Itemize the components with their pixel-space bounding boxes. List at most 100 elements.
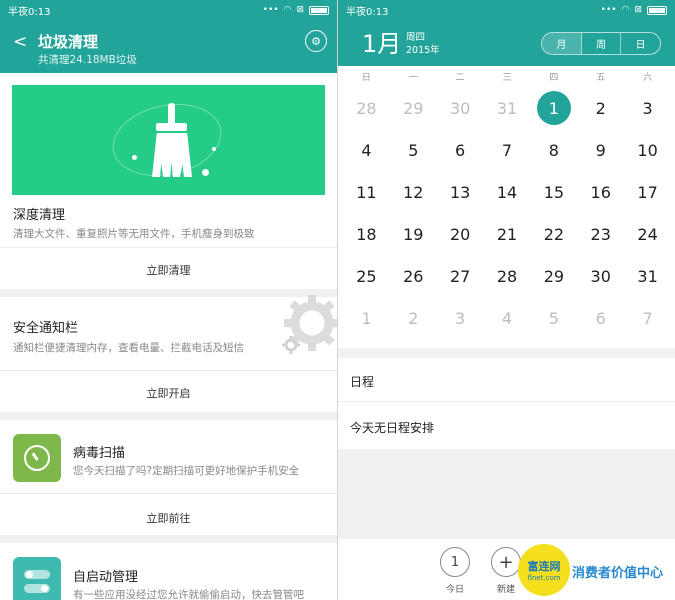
- back-arrow-icon[interactable]: <: [13, 32, 27, 52]
- cleaner-screen: 半夜0:13 ••• ◠ ⊠ < 垃圾清理 共清理24.18MB垃圾 ⚙ 深度清…: [0, 0, 337, 600]
- day-number: 27: [449, 266, 471, 286]
- day-number: 29: [403, 98, 424, 118]
- day-number: 18: [356, 224, 377, 244]
- day-cell[interactable]: 29: [530, 261, 577, 291]
- weekday-header: 五: [596, 73, 606, 83]
- day-cell[interactable]: 3: [437, 303, 484, 333]
- day-cell[interactable]: 30: [437, 93, 484, 123]
- status-bar: 半夜0:13 ••• ◠ ⊠: [0, 0, 337, 20]
- day-cell[interactable]: 4: [343, 135, 390, 165]
- day-cell[interactable]: 24: [624, 219, 671, 249]
- day-cell[interactable]: 25: [343, 261, 390, 291]
- day-number: 26: [403, 266, 424, 286]
- tab-week[interactable]: 周: [582, 33, 622, 54]
- day-number: 28: [496, 266, 518, 286]
- broom-banner: [12, 85, 325, 195]
- day-cell[interactable]: 22: [530, 219, 577, 249]
- day-cell[interactable]: 15: [530, 177, 577, 207]
- timer-icon: [13, 434, 61, 482]
- day-cell[interactable]: 7: [624, 303, 671, 333]
- today-button[interactable]: 1 今日: [439, 547, 471, 595]
- tab-month[interactable]: 月: [542, 33, 582, 54]
- day-cell[interactable]: 14: [484, 177, 531, 207]
- day-number: 21: [496, 224, 518, 244]
- day-cell[interactable]: 12: [390, 177, 437, 207]
- month-grid: 日 一 二 三 四 五 六 28 29 30 31 1 2 3 4 5 6 7 8 9 10 11 12 13 1…: [338, 66, 675, 348]
- tab-day[interactable]: 日: [621, 33, 660, 54]
- day-number: 15: [543, 182, 565, 202]
- card-description: 通知栏便捷清理内存，查看电量、拦截电话及短信: [13, 342, 244, 354]
- day-cell[interactable]: 2: [390, 303, 437, 333]
- day-cell[interactable]: 6: [437, 135, 484, 165]
- day-cell[interactable]: 20: [437, 219, 484, 249]
- day-cell[interactable]: 10: [624, 135, 671, 165]
- day-number: 7: [642, 308, 653, 328]
- day-number: 12: [403, 182, 424, 202]
- day-cell[interactable]: 17: [624, 177, 671, 207]
- schedule-empty-area: [338, 449, 675, 539]
- day-cell[interactable]: 19: [390, 219, 437, 249]
- schedule-heading: 日程: [338, 358, 675, 402]
- day-cell[interactable]: 5: [390, 135, 437, 165]
- year-label: 2015年: [406, 45, 440, 56]
- day-cell[interactable]: 3: [624, 93, 671, 123]
- day-cell[interactable]: 11: [343, 177, 390, 207]
- day-number: 2: [595, 98, 606, 118]
- day-cell[interactable]: 1: [343, 303, 390, 333]
- more-dots-icon: •••: [262, 5, 279, 15]
- weekday-header: 四: [549, 73, 559, 83]
- day-cell[interactable]: 23: [577, 219, 624, 249]
- day-cell[interactable]: 26: [390, 261, 437, 291]
- day-number: 4: [501, 308, 513, 328]
- day-number: 3: [642, 98, 653, 118]
- day-cell[interactable]: 28: [343, 93, 390, 123]
- autostart-card[interactable]: 自启动管理 有一些应用没经过您允许就偷偷启动，快去管管吧: [0, 543, 337, 600]
- day-cell[interactable]: 31: [624, 261, 671, 291]
- day-cell[interactable]: 7: [484, 135, 531, 165]
- day-cell[interactable]: 30: [577, 261, 624, 291]
- divider: [0, 493, 337, 494]
- weekday-header: 三: [502, 73, 512, 83]
- cleaned-summary: 共清理24.18MB垃圾: [38, 54, 137, 66]
- day-number: 20: [449, 224, 471, 244]
- weekday-header-row: 日 一 二 三 四 五 六: [343, 70, 671, 83]
- month-title[interactable]: 1月: [362, 24, 401, 59]
- enable-now-button[interactable]: 立即开启: [0, 385, 337, 401]
- sparkle-dot: [132, 155, 137, 160]
- day-cell[interactable]: 9: [577, 135, 624, 165]
- today-icon: 1: [440, 547, 470, 577]
- week-row: 11 12 13 14 15 16 17: [343, 177, 671, 207]
- day-cell[interactable]: 21: [484, 219, 531, 249]
- card-title: 安全通知栏: [13, 321, 79, 336]
- day-number: 14: [496, 182, 518, 202]
- day-cell[interactable]: 2: [577, 93, 624, 123]
- day-cell[interactable]: 18: [343, 219, 390, 249]
- day-number: 13: [449, 182, 471, 202]
- day-number: 25: [356, 266, 377, 286]
- divider: [0, 247, 337, 248]
- day-number: 30: [590, 266, 611, 286]
- day-number: 29: [543, 266, 565, 286]
- go-now-button[interactable]: 立即前往: [0, 510, 337, 526]
- calendar-screen: 半夜0:13 ••• ◠ ⊠ 1月 周四 2015年 月 周 日 日 一 二 三…: [338, 0, 675, 600]
- wifi-icon: ◠: [621, 5, 630, 15]
- day-cell[interactable]: 4: [484, 303, 531, 333]
- day-number: 5: [548, 308, 559, 328]
- day-cell[interactable]: 27: [437, 261, 484, 291]
- weekday-header: 六: [643, 73, 653, 83]
- clean-now-button[interactable]: 立即清理: [0, 262, 337, 278]
- day-cell[interactable]: 16: [577, 177, 624, 207]
- day-cell[interactable]: 8: [530, 135, 577, 165]
- settings-gear-icon[interactable]: ⚙: [305, 30, 327, 52]
- safe-notification-card: 安全通知栏 通知栏便捷清理内存，查看电量、拦截电话及短信 立即开启: [0, 295, 337, 412]
- day-cell[interactable]: 31: [484, 93, 531, 123]
- calendar-header: 半夜0:13 ••• ◠ ⊠ 1月 周四 2015年 月 周 日: [338, 0, 675, 66]
- card-title: 深度清理: [13, 208, 66, 223]
- day-cell[interactable]: 13: [437, 177, 484, 207]
- day-cell[interactable]: 29: [390, 93, 437, 123]
- day-cell[interactable]: 5: [530, 303, 577, 333]
- status-time: 半夜0:13: [346, 6, 389, 18]
- day-cell[interactable]: 6: [577, 303, 624, 333]
- day-cell[interactable]: 28: [484, 261, 531, 291]
- selected-day-cell[interactable]: 1: [530, 91, 577, 125]
